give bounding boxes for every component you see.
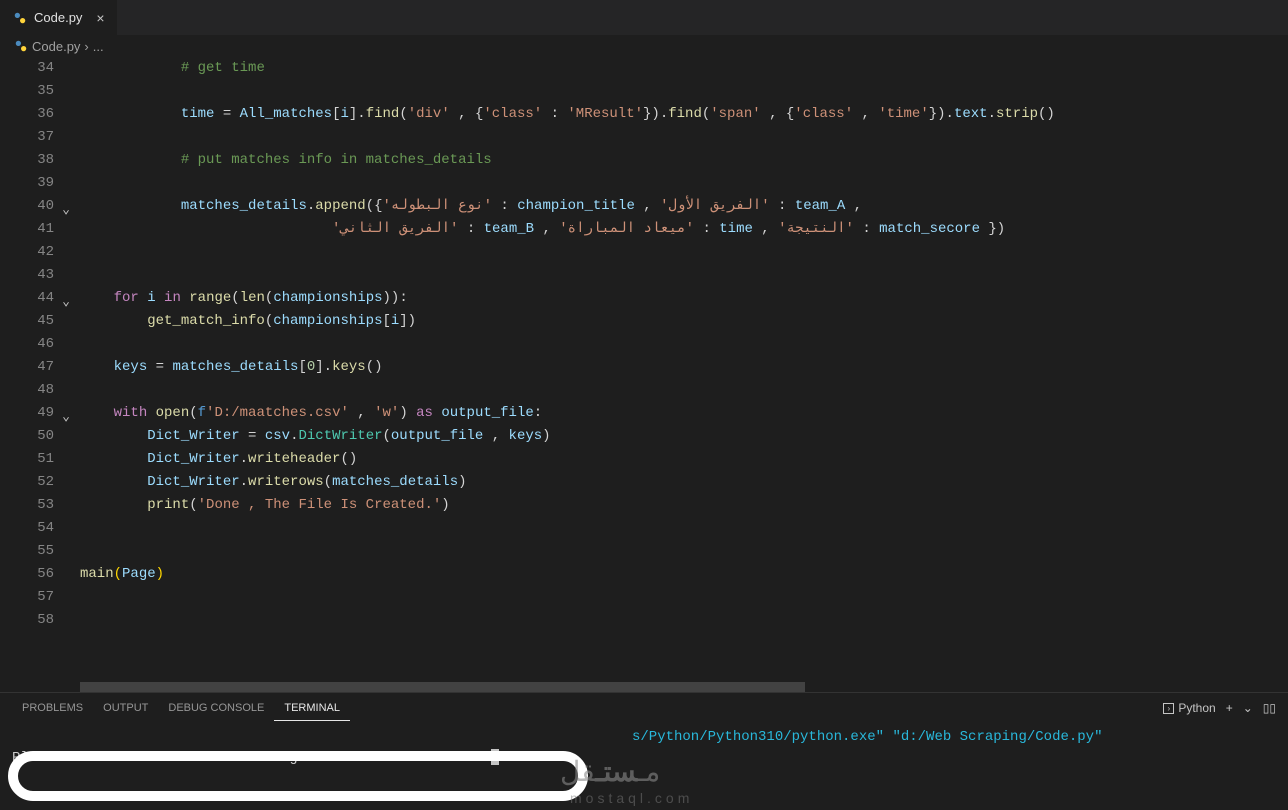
- line-number: 46: [0, 333, 54, 356]
- code-line[interactable]: [80, 540, 1288, 563]
- editor[interactable]: 34353637383940⌄41424344⌄4546474849⌄50515…: [0, 57, 1288, 692]
- code-line[interactable]: [80, 379, 1288, 402]
- horizontal-scrollbar[interactable]: [80, 682, 1288, 692]
- launch-icon: ›: [1163, 703, 1174, 714]
- breadcrumb-rest: ...: [93, 39, 104, 54]
- line-number: 41: [0, 218, 54, 241]
- code-line[interactable]: main(Page): [80, 563, 1288, 586]
- code-line[interactable]: matches_details.append({'نوع البطوله' : …: [80, 195, 1288, 218]
- line-number: 51: [0, 448, 54, 471]
- panel-tab-output[interactable]: OUTPUT: [93, 696, 158, 720]
- line-number: 38: [0, 149, 54, 172]
- line-number: 49⌄: [0, 402, 54, 425]
- code-line[interactable]: [80, 126, 1288, 149]
- line-number: 52: [0, 471, 54, 494]
- code-line[interactable]: [80, 264, 1288, 287]
- panel-tabs: PROBLEMS OUTPUT DEBUG CONSOLE TERMINAL ›…: [0, 693, 1288, 723]
- line-number: 42: [0, 241, 54, 264]
- code-line[interactable]: 'الفريق الثاني' : team_B , 'ميعاد المبار…: [80, 218, 1288, 241]
- line-number: 43: [0, 264, 54, 287]
- fold-chevron-icon[interactable]: ⌄: [62, 198, 70, 221]
- bottom-panel: PROBLEMS OUTPUT DEBUG CONSOLE TERMINAL ›…: [0, 692, 1288, 810]
- tab-bar: Code.py ×: [0, 0, 1288, 35]
- line-number: 58: [0, 609, 54, 632]
- breadcrumb-sep: ›: [84, 39, 88, 54]
- line-number: 40⌄: [0, 195, 54, 218]
- code-line[interactable]: [80, 333, 1288, 356]
- code-line[interactable]: with open(f'D:/maatches.csv' , 'w') as o…: [80, 402, 1288, 425]
- code-line[interactable]: [80, 241, 1288, 264]
- tab-filename: Code.py: [34, 10, 82, 25]
- code-line[interactable]: time = All_matches[i].find('div' , {'cla…: [80, 103, 1288, 126]
- line-number: 44⌄: [0, 287, 54, 310]
- line-number: 55: [0, 540, 54, 563]
- fold-chevron-icon[interactable]: ⌄: [62, 405, 70, 428]
- terminal-cursor: [491, 749, 499, 765]
- breadcrumb-file: Code.py: [32, 39, 80, 54]
- line-number: 53: [0, 494, 54, 517]
- code-line[interactable]: [80, 517, 1288, 540]
- code-line[interactable]: [80, 172, 1288, 195]
- line-number: 54: [0, 517, 54, 540]
- tab-code-py[interactable]: Code.py ×: [0, 0, 118, 35]
- split-terminal-icon[interactable]: ▯▯: [1263, 701, 1276, 715]
- code-line[interactable]: Dict_Writer.writeheader(): [80, 448, 1288, 471]
- python-file-icon: [14, 39, 28, 53]
- code-line[interactable]: [80, 609, 1288, 632]
- code-line[interactable]: print('Done , The File Is Created.'): [80, 494, 1288, 517]
- line-number: 57: [0, 586, 54, 609]
- line-number: 48: [0, 379, 54, 402]
- code-line[interactable]: [80, 586, 1288, 609]
- terminal-line: s/Python/Python310/python.exe" "d:/Web S…: [12, 727, 1276, 748]
- panel-tab-terminal[interactable]: TERMINAL: [274, 696, 350, 721]
- fold-chevron-icon[interactable]: ⌄: [62, 290, 70, 313]
- line-number: 47: [0, 356, 54, 379]
- line-gutter: 34353637383940⌄41424344⌄4546474849⌄50515…: [0, 57, 72, 692]
- line-number: 34: [0, 57, 54, 80]
- new-terminal-button[interactable]: +: [1226, 701, 1233, 715]
- code-line[interactable]: Dict_Writer = csv.DictWriter(output_file…: [80, 425, 1288, 448]
- python-file-icon: [12, 10, 28, 26]
- code-line[interactable]: Dict_Writer.writerows(matches_details): [80, 471, 1288, 494]
- line-number: 56: [0, 563, 54, 586]
- code-line[interactable]: # put matches info in matches_details: [80, 149, 1288, 172]
- code-line[interactable]: get_match_info(championships[i]): [80, 310, 1288, 333]
- line-number: 35: [0, 80, 54, 103]
- terminal-prompt-line: Please Enter Date In The Following Forma…: [12, 748, 1276, 769]
- code-line[interactable]: for i in range(len(championships)):: [80, 287, 1288, 310]
- panel-tab-problems[interactable]: PROBLEMS: [12, 696, 93, 720]
- close-tab-icon[interactable]: ×: [96, 10, 104, 26]
- line-number: 45: [0, 310, 54, 333]
- code-area[interactable]: # get time time = All_matches[i].find('d…: [72, 57, 1288, 692]
- scrollbar-thumb[interactable]: [80, 682, 805, 692]
- line-number: 39: [0, 172, 54, 195]
- code-line[interactable]: # get time: [80, 57, 1288, 80]
- launch-profile-button[interactable]: › Python: [1163, 701, 1215, 715]
- panel-tab-debug-console[interactable]: DEBUG CONSOLE: [158, 696, 274, 720]
- breadcrumb[interactable]: Code.py › ...: [0, 35, 1288, 57]
- terminal-dropdown-icon[interactable]: ⌄: [1243, 701, 1253, 715]
- code-line[interactable]: [80, 80, 1288, 103]
- line-number: 50: [0, 425, 54, 448]
- code-line[interactable]: keys = matches_details[0].keys(): [80, 356, 1288, 379]
- line-number: 36: [0, 103, 54, 126]
- line-number: 37: [0, 126, 54, 149]
- terminal-body[interactable]: s/Python/Python310/python.exe" "d:/Web S…: [0, 723, 1288, 810]
